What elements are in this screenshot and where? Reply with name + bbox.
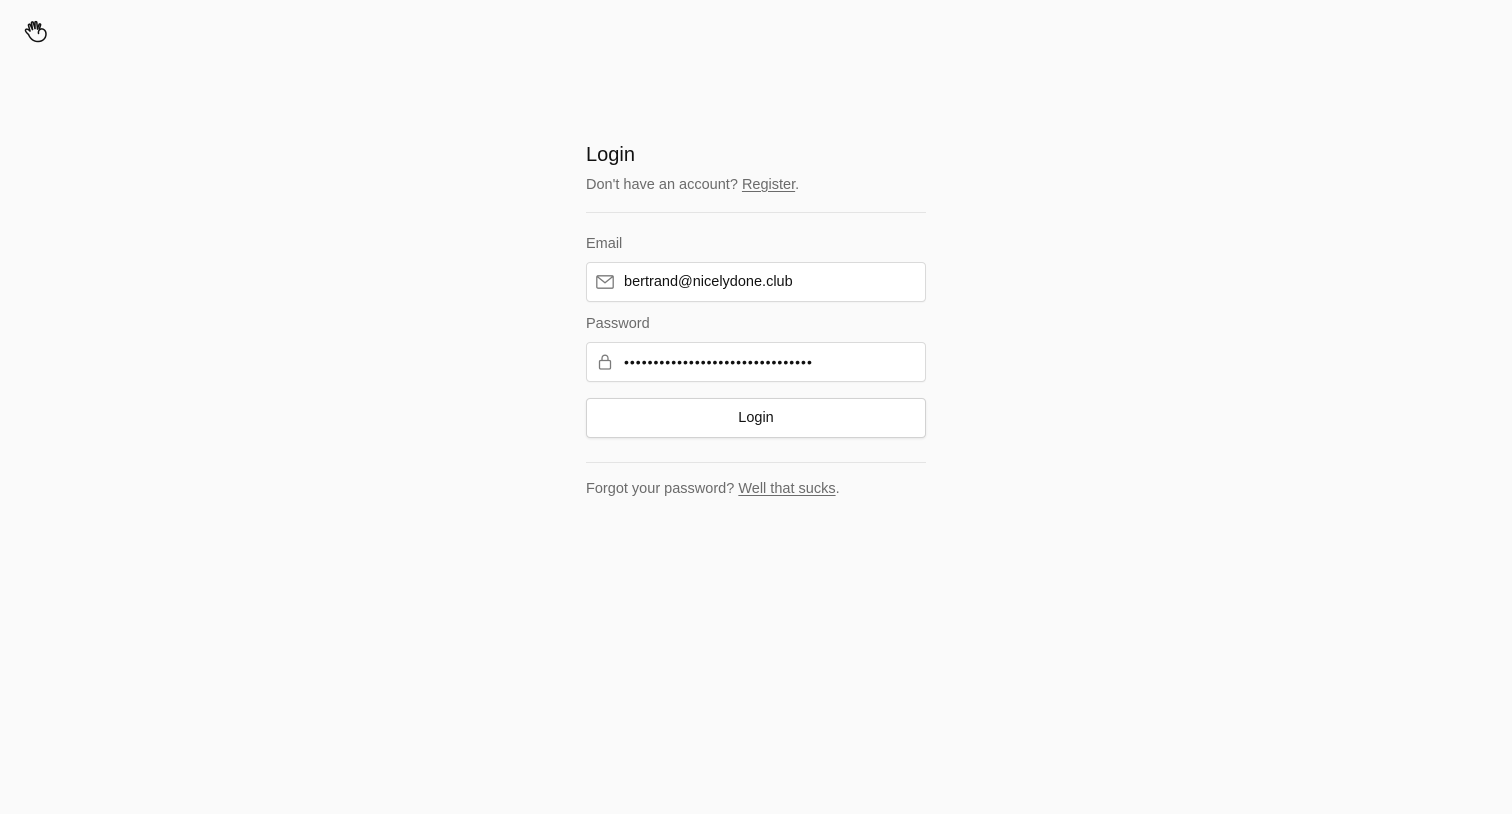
password-label: Password (586, 316, 650, 332)
login-panel: Login Don't have an account? Register. E… (586, 140, 926, 499)
forgot-password-link[interactable]: Well that sucks (738, 481, 835, 497)
email-label: Email (586, 236, 623, 252)
register-suffix: . (795, 177, 800, 193)
email-field-wrapper[interactable] (586, 262, 926, 302)
page-title: Login (586, 144, 635, 166)
divider-bottom (586, 462, 926, 463)
password-field-wrapper[interactable] (586, 342, 926, 382)
forgot-password-text: Forgot your password? (586, 481, 735, 497)
email-field[interactable] (624, 263, 925, 301)
register-prompt: Don't have an account? Register. (586, 175, 926, 195)
login-button[interactable]: Login (586, 398, 926, 438)
register-prompt-text: Don't have an account? (586, 177, 738, 193)
forgot-password-prompt: Forgot your password? Well that sucks. (586, 479, 926, 499)
mail-icon (596, 273, 614, 291)
password-field[interactable] (624, 343, 925, 381)
lock-icon (596, 353, 614, 371)
divider-top (586, 212, 926, 213)
register-link[interactable]: Register (742, 177, 795, 193)
forgot-password-suffix: . (835, 481, 840, 497)
waving-hand-icon[interactable] (23, 19, 49, 45)
